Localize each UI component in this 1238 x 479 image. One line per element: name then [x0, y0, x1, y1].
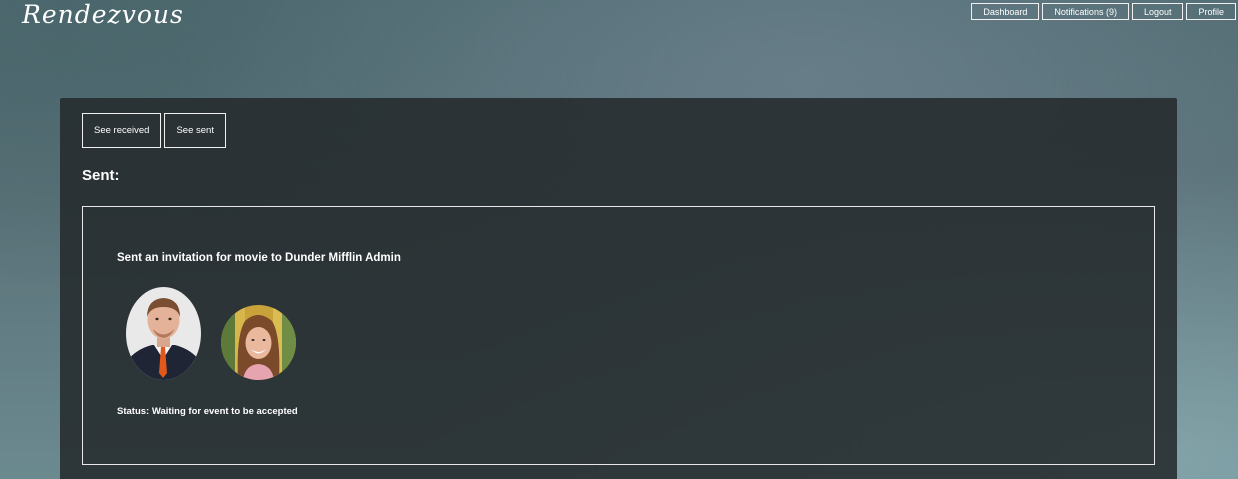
- see-sent-button[interactable]: See sent: [164, 113, 226, 148]
- top-navigation: Dashboard Notifications (9) Logout Profi…: [971, 3, 1236, 20]
- invitation-status: Status: Waiting for event to be accepted: [117, 406, 298, 417]
- invitation-card: Sent an invitation for movie to Dunder M…: [82, 206, 1155, 465]
- profile-button[interactable]: Profile: [1186, 3, 1236, 20]
- notifications-button[interactable]: Notifications (9): [1042, 3, 1129, 20]
- logout-button[interactable]: Logout: [1131, 3, 1184, 20]
- invitation-heading: Sent an invitation for movie to Dunder M…: [117, 252, 401, 264]
- sender-avatar: [126, 287, 201, 380]
- invitations-panel: See received See sent Sent: Sent an invi…: [60, 98, 1177, 479]
- see-received-button[interactable]: See received: [82, 113, 162, 148]
- invitation-filter-tabs: See received See sent: [82, 113, 226, 148]
- recipient-avatar: [221, 305, 296, 380]
- dashboard-button[interactable]: Dashboard: [971, 3, 1040, 20]
- section-title: Sent:: [82, 167, 120, 184]
- app-logo[interactable]: Rendezvous: [22, 0, 184, 29]
